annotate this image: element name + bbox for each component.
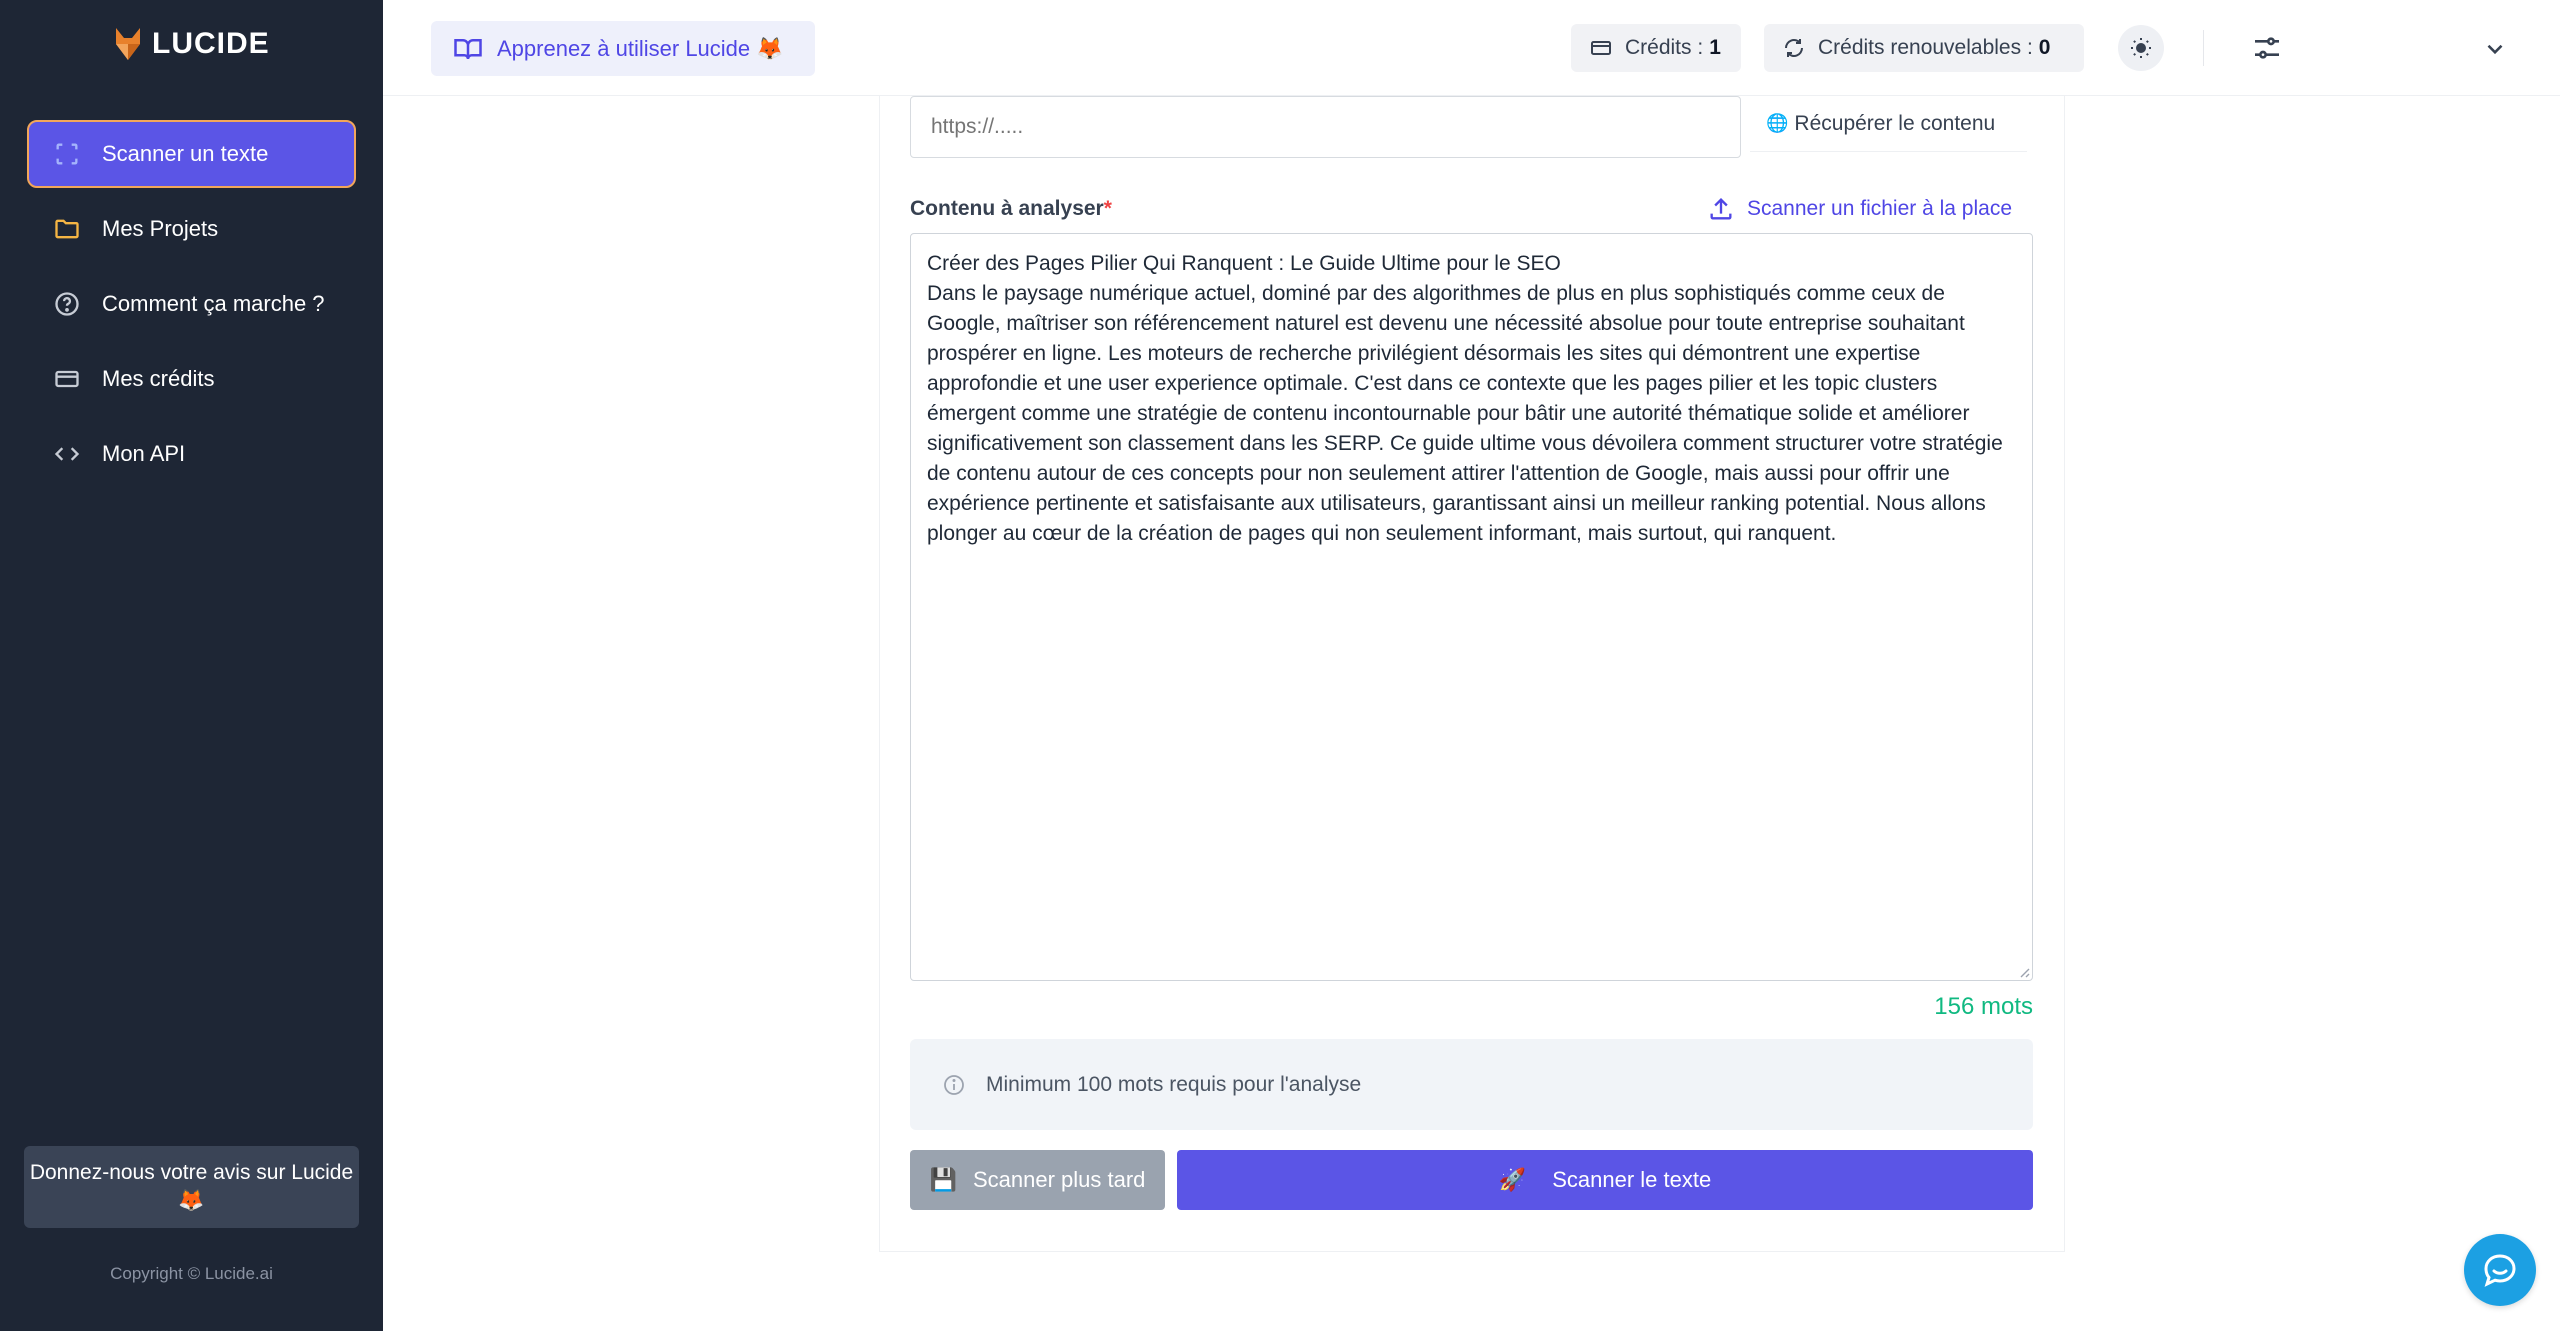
renewable-credits-label: Crédits renouvelables :: [1818, 36, 2033, 59]
scan-later-label: Scanner plus tard: [972, 1167, 1146, 1192]
content-label: Contenu à analyser*: [910, 197, 1112, 220]
sidebar-item-label: Scanner un texte: [102, 141, 269, 166]
fetch-content-label: Récupérer le contenu: [1794, 111, 1996, 135]
upload-file-label: Scanner un fichier à la place: [1747, 197, 2012, 220]
sun-icon: [2131, 38, 2151, 58]
required-mark: *: [1103, 197, 1112, 220]
fetch-content-button[interactable]: 🌐 Récupérer le contenu: [1750, 96, 2027, 152]
sidebar-item-credits[interactable]: Mes crédits: [27, 345, 356, 413]
sidebar-item-label: Mon API: [102, 441, 186, 466]
floppy-disk-icon: 💾: [929, 1167, 957, 1192]
sidebar: LUCIDE Scanner un texte Mes Projets Comm…: [0, 0, 383, 1331]
content-textarea[interactable]: Créer des Pages Pilier Qui Ranquent : Le…: [910, 233, 2033, 981]
info-icon: [944, 1074, 964, 1095]
feedback-button[interactable]: Donnez-nous votre avis sur Lucide 🦊: [24, 1146, 359, 1228]
renewable-credits-value: 0: [2038, 36, 2051, 59]
word-count: 156 mots: [1934, 993, 2033, 1020]
credit-card-icon: [52, 364, 82, 394]
url-input[interactable]: [910, 96, 1741, 158]
header-divider: [2203, 30, 2204, 66]
refresh-icon: [1785, 39, 1803, 57]
chat-bubble-icon: [2484, 1254, 2516, 1287]
renewable-credits-badge[interactable]: Crédits renouvelables : 0: [1764, 24, 2084, 72]
chevron-down-icon[interactable]: [2482, 36, 2508, 62]
credits-label: Crédits :: [1625, 36, 1704, 59]
sidebar-item-scan[interactable]: Scanner un texte: [27, 120, 356, 188]
learn-lucide-label: Apprenez à utiliser Lucide 🦊: [497, 35, 784, 61]
top-bar: Apprenez à utiliser Lucide 🦊 Crédits : 1…: [383, 0, 2560, 96]
info-notice: Minimum 100 mots requis pour l'analyse: [910, 1039, 2033, 1130]
upload-icon: [1710, 198, 1732, 220]
scan-later-button[interactable]: 💾 Scanner plus tard: [910, 1150, 1165, 1210]
folder-icon: [52, 214, 82, 244]
copyright: Copyright © Lucide.ai: [110, 1264, 273, 1283]
sliders-icon[interactable]: [2251, 32, 2283, 64]
upload-file-link[interactable]: Scanner un fichier à la place: [1707, 195, 2012, 223]
learn-lucide-button[interactable]: Apprenez à utiliser Lucide 🦊: [431, 21, 815, 76]
fox-logo-icon: [116, 28, 140, 60]
theme-toggle-button[interactable]: [2118, 25, 2164, 71]
sidebar-item-how-it-works[interactable]: Comment ça marche ?: [27, 270, 356, 338]
globe-icon: 🌐: [1766, 113, 1789, 133]
scan-text-button[interactable]: 🚀 Scanner le texte: [1177, 1150, 2033, 1210]
sidebar-item-label: Mes crédits: [102, 366, 215, 391]
book-icon: [454, 38, 482, 59]
sidebar-nav: Scanner un texte Mes Projets Comment ça …: [27, 120, 356, 495]
credits-badge[interactable]: Crédits : 1: [1571, 24, 1741, 72]
credits-value: 1: [1709, 36, 1721, 59]
code-icon: [52, 439, 82, 469]
resize-handle-icon[interactable]: [2016, 964, 2030, 978]
credit-card-icon: [1591, 41, 1611, 55]
sidebar-item-projects[interactable]: Mes Projets: [27, 195, 356, 263]
info-text: Minimum 100 mots requis pour l'analyse: [986, 1072, 1362, 1096]
sidebar-item-api[interactable]: Mon API: [27, 420, 356, 488]
scan-text-label: Scanner le texte: [1552, 1167, 1712, 1192]
scan-icon: [52, 139, 82, 169]
sidebar-item-label: Mes Projets: [102, 216, 219, 241]
sidebar-item-label: Comment ça marche ?: [102, 291, 325, 316]
help-circle-icon: [52, 289, 82, 319]
chat-support-button[interactable]: [2464, 1234, 2536, 1306]
rocket-icon: 🚀: [1498, 1167, 1527, 1192]
logo[interactable]: LUCIDE: [110, 24, 270, 64]
logo-text: LUCIDE: [152, 27, 270, 60]
